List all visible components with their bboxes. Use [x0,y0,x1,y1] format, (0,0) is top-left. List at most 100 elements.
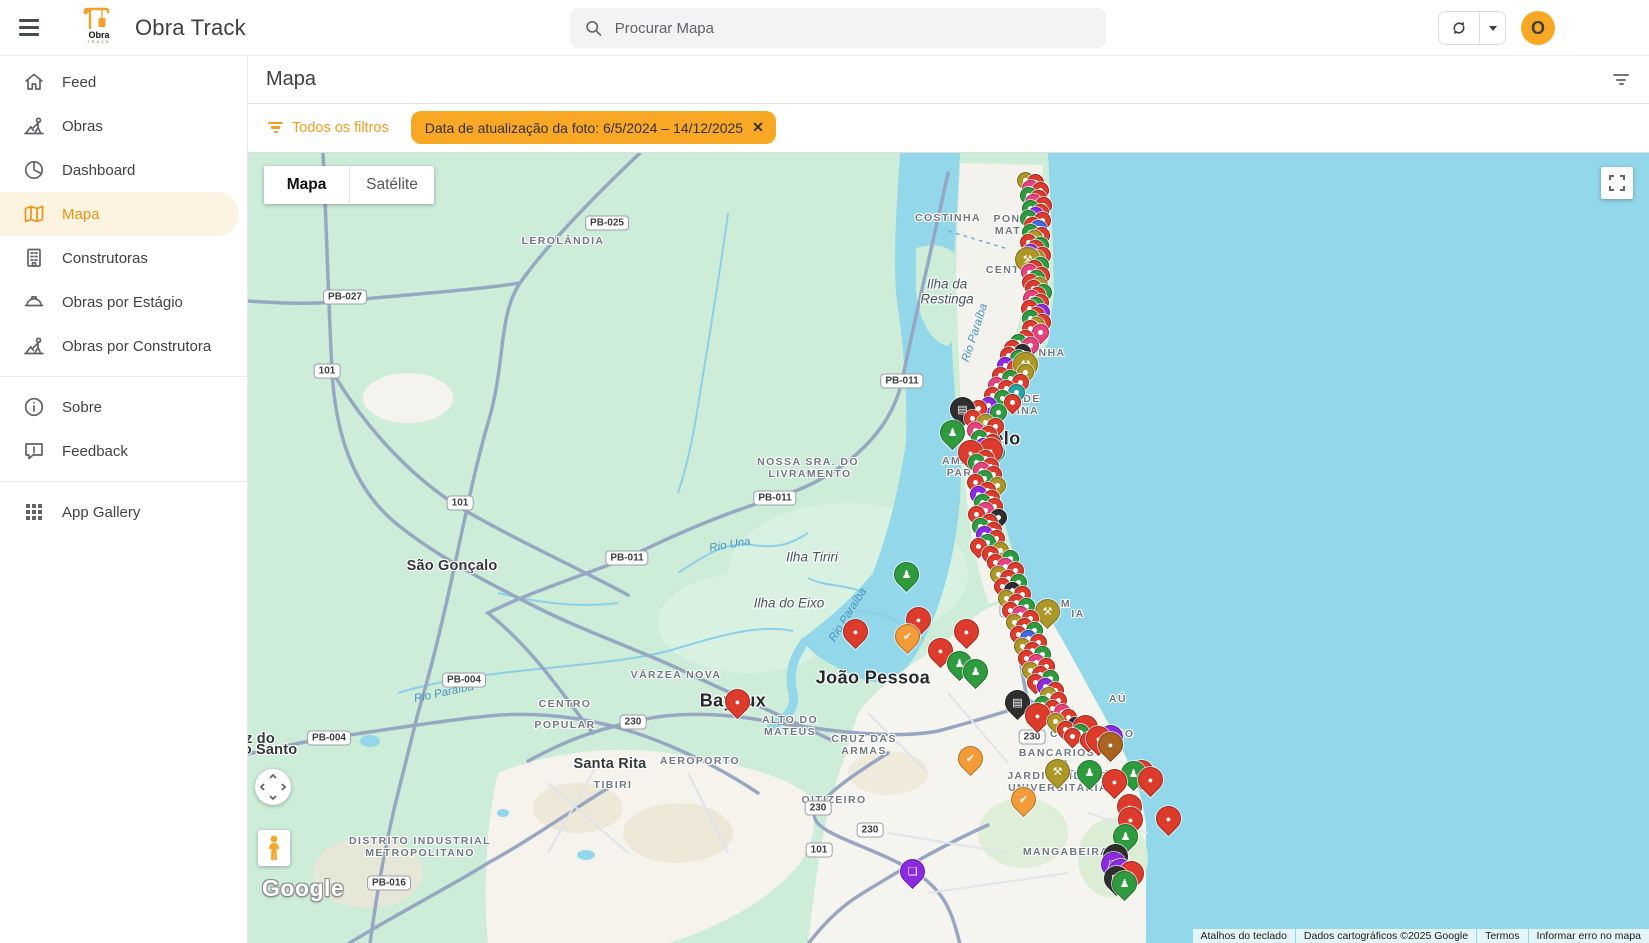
map-label: 101 [806,843,833,858]
report-error-link[interactable]: Informar erro no mapa [1529,929,1649,943]
sidebar-item-obras-por-estagio[interactable]: Obras por Estágio [0,280,247,324]
map-label: PB-011 [753,491,796,506]
sidebar-item-app-gallery[interactable]: App Gallery [0,490,247,534]
map-attribution: Atalhos do teclado Dados cartográficos ©… [1193,929,1649,943]
refresh-dropdown-button[interactable] [1480,12,1505,44]
refresh-button[interactable] [1439,12,1480,44]
app-logo: Obra TRACK [77,5,121,51]
page-header: Mapa [248,56,1649,104]
search-icon [584,18,603,38]
map-type-control: Mapa Satélite [264,166,434,204]
logo-text: Obra [77,31,121,39]
map-label: Santa Rita [574,756,647,772]
map-label: Ilha Tiriri [786,550,838,565]
map-label: Ilha da [927,277,968,292]
main-content: Mapa Todos os filtros Data de atualizaçã… [248,56,1649,943]
map-label: PB-004 [442,673,486,688]
map-label: NHA [1039,347,1066,359]
chevron-down-icon [1489,26,1497,31]
map-label: LIVRAMENTO [768,468,851,480]
map-label: 230 [857,823,884,838]
hard-hat-icon [22,290,46,314]
map-label: Restinga [920,292,973,307]
map-label: POPULAR [534,719,595,731]
worker-icon [22,114,46,138]
filter-funnel-icon [268,120,283,136]
sidebar-item-sobre[interactable]: Sobre [0,385,247,429]
sidebar-item-feed[interactable]: Feed [0,60,247,104]
map-label: PB-027 [323,290,367,305]
pan-control[interactable] [255,769,291,805]
map-label: VÁRZEA NOVA [631,669,722,681]
close-icon[interactable]: ✕ [752,119,764,136]
sidebar-item-mapa[interactable]: Mapa [0,192,239,236]
sidebar-divider [0,376,247,377]
sidebar-item-obras[interactable]: Obras [0,104,247,148]
map-label: COSTINHA [915,212,981,224]
map-label: PB-025 [585,216,629,231]
map-label: CENTRO [539,698,592,710]
date-filter-chip[interactable]: Data de atualização da foto: 6/5/2024 – … [411,111,776,144]
sidebar-item-obras-por-construtora[interactable]: Obras por Construtora [0,324,247,368]
map-label: DE [1023,393,1040,405]
app-title: Obra Track [135,15,246,41]
pie-chart-icon [22,158,46,182]
map-type-satellite-button[interactable]: Satélite [349,166,434,204]
all-filters-button[interactable]: Todos os filtros [268,120,389,136]
filter-icon[interactable] [1613,72,1629,88]
info-icon [22,395,46,419]
avatar[interactable]: O [1521,11,1555,45]
map-label: M [1061,598,1071,610]
sidebar-item-dashboard[interactable]: Dashboard [0,148,247,192]
search-input[interactable] [615,20,1092,37]
map-label: NOSSA SRA. DO [757,456,859,468]
crane-icon [82,5,116,31]
refresh-split-button [1438,11,1506,45]
street-view-pegman[interactable] [258,830,290,866]
filter-bar: Todos os filtros Data de atualização da … [248,104,1649,151]
home-icon [22,70,46,94]
map-geography [248,153,1649,943]
map-label: ARMAS [841,745,887,757]
pegman-icon [266,835,282,861]
page-title: Mapa [266,68,316,91]
map-label: São Gonçalo [407,558,498,574]
keyboard-shortcuts-link[interactable]: Atalhos do teclado [1193,929,1295,943]
google-logo[interactable]: Google [262,875,344,902]
map-icon [22,202,46,226]
sidebar-item-construtoras[interactable]: Construtoras [0,236,247,280]
feedback-icon [22,439,46,463]
map-label: METROPOLITANO [365,847,475,859]
map-label: CENT [986,264,1020,276]
map-label: 101 [314,364,341,379]
map-label: MATEUS [764,726,816,738]
map-label: 101 [447,496,474,511]
obra-track-window: Obra TRACK Obra Track O [0,0,1649,943]
apps-grid-icon [22,500,46,524]
map-label: 230 [1019,730,1046,745]
sidebar-item-feedback[interactable]: Feedback [0,429,247,473]
menu-icon[interactable] [9,8,49,48]
map-label: PB-011 [880,374,923,389]
map-label: DISTRITO INDUSTRIAL [349,835,491,847]
map-label: PB-011 [605,551,648,566]
building-icon [22,246,46,270]
map-label: LEROLÂNDIA [522,235,605,247]
map-label: 230 [620,715,647,730]
sidebar-divider [0,481,247,482]
map-label: PB-016 [367,876,411,891]
map-type-map-button[interactable]: Mapa [264,166,349,204]
map-label: 230 [805,801,832,816]
map-label: PB-004 [307,731,351,746]
sync-icon [1449,18,1469,38]
search-bar[interactable] [570,8,1106,48]
terms-link[interactable]: Termos [1477,929,1527,943]
worker-icon [22,334,46,358]
map-label: AÚ [1109,693,1127,705]
fullscreen-button[interactable] [1601,167,1633,199]
map-label: o Santo [248,742,297,758]
map-label: BANCARIOS [1019,747,1095,759]
map-canvas[interactable]: LEROLÂNDIAPB-025PB-027COSTINHAPONTAMATCE… [248,152,1649,943]
map-label: MAT [995,225,1021,237]
pan-arrows-icon [255,769,291,805]
